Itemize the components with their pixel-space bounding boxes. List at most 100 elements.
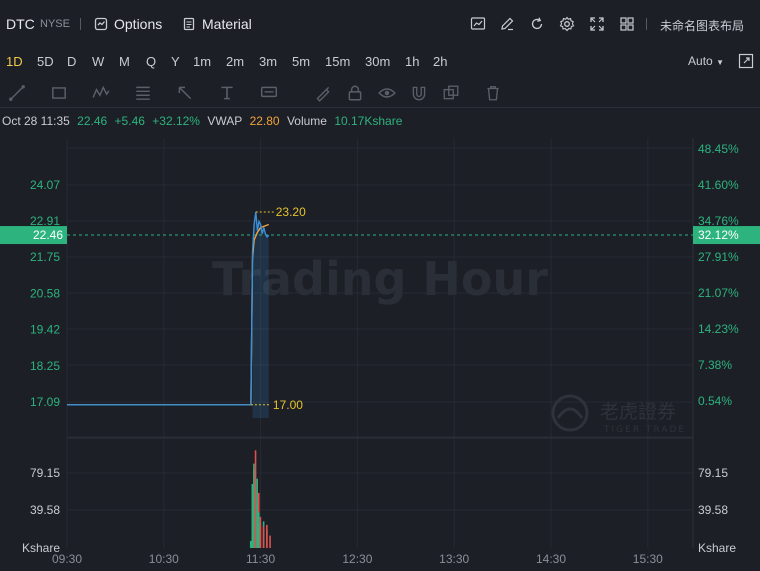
timeframe-1d[interactable]: 1D	[6, 54, 23, 69]
timeframe-2h[interactable]: 2h	[433, 54, 447, 69]
clone-icon[interactable]	[442, 84, 460, 102]
timeframe-3m[interactable]: 3m	[259, 54, 277, 69]
timeframe-2m[interactable]: 2m	[226, 54, 244, 69]
timeframe-15m[interactable]: 15m	[325, 54, 350, 69]
high-marker-label: 23.20	[276, 205, 306, 219]
volume-unit-left: Kshare	[22, 541, 60, 555]
volume-bar	[266, 524, 268, 548]
y-tick-label-left: 17.09	[30, 395, 60, 409]
timeframe-30m[interactable]: 30m	[365, 54, 390, 69]
timeframe-5m[interactable]: 5m	[292, 54, 310, 69]
timeframe-m[interactable]: M	[119, 54, 130, 69]
settings-gear-icon[interactable]	[557, 14, 577, 34]
trash-icon[interactable]	[484, 84, 502, 102]
layout-name[interactable]: 未命名图表布局	[660, 17, 744, 34]
y-tick-label-left: 19.42	[30, 323, 60, 337]
volume-bar	[257, 512, 260, 548]
timeframe-q[interactable]: Q	[146, 54, 156, 69]
fib-tool-icon[interactable]	[134, 84, 152, 102]
tiger-logo-icon	[551, 394, 589, 432]
series-layer	[67, 211, 270, 418]
annotation-tool-icon[interactable]	[260, 84, 278, 102]
options-button[interactable]: Options	[94, 15, 162, 33]
volume-tick-label-left: 39.58	[30, 503, 60, 517]
line-tool-icon[interactable]	[8, 84, 26, 102]
volume-bar	[253, 463, 255, 548]
lock-icon[interactable]	[346, 84, 364, 102]
volume-bar	[251, 484, 254, 548]
ticker-symbol[interactable]: DTC	[6, 16, 35, 32]
quote-info-bar: Oct 28 11:35 22.46 +5.46 +32.12% VWAP 22…	[2, 114, 406, 128]
options-label: Options	[114, 16, 163, 32]
tiger-logo-icon-mark	[556, 407, 584, 419]
rectangle-tool-icon[interactable]	[50, 84, 68, 102]
brand-name-en: TIGER TRADE	[603, 425, 686, 435]
refresh-icon[interactable]	[527, 14, 547, 34]
vwap-value: 22.80	[249, 114, 280, 128]
magnet-icon[interactable]	[410, 84, 428, 102]
material-button[interactable]: Material	[182, 15, 252, 33]
price-line	[67, 211, 270, 406]
y-tick-label-right: 14.23%	[698, 322, 739, 336]
low-marker-label: 17.00	[273, 398, 303, 412]
x-tick-label: 14:30	[536, 552, 566, 566]
text-tool-icon[interactable]	[218, 84, 236, 102]
timeframe-1h[interactable]: 1h	[405, 54, 419, 69]
brand-name-cn: 老虎證券	[600, 401, 676, 423]
grid-layout-icon[interactable]	[617, 14, 637, 34]
y-tick-label-right: 34.76%	[698, 214, 739, 228]
volume-unit-right: Kshare	[698, 541, 736, 555]
volume-tick-label-right: 79.15	[698, 466, 728, 480]
exchange-label: NYSE	[40, 18, 70, 30]
scale-mode-dropdown[interactable]: Auto ▼	[688, 54, 724, 68]
pattern-tool-icon[interactable]	[92, 84, 110, 102]
timeframe-w[interactable]: W	[92, 54, 104, 69]
arrow-tool-icon[interactable]	[176, 84, 194, 102]
x-tick-label: 12:30	[342, 552, 372, 566]
fullscreen-icon[interactable]	[587, 14, 607, 34]
x-tick-label: 15:30	[633, 552, 663, 566]
volume-tick-label-right: 39.58	[698, 503, 728, 517]
eye-icon[interactable]	[378, 84, 396, 102]
volume-tick-label-left: 79.15	[30, 466, 60, 480]
indicator-icon[interactable]	[468, 14, 488, 34]
divider	[80, 18, 81, 30]
volume-value: 10.17Kshare	[334, 114, 403, 128]
y-tick-label-right: 0.54%	[698, 394, 732, 408]
y-tick-label-left: 22.91	[30, 214, 60, 228]
price-chart[interactable]: Trading Hour 老虎證券 TIGER TRADE 24.0722.91…	[0, 130, 760, 571]
timeframe-y[interactable]: Y	[171, 54, 180, 69]
y-tick-label-left: 24.07	[30, 178, 60, 192]
right-percent-axis: 48.45% 41.60% 34.76% 27.91% 21.07% 14.23% 7.38…	[693, 142, 760, 408]
timeframe-1m[interactable]: 1m	[193, 54, 211, 69]
time-axis: 09:30 10:30 11:30 12:30 13:30 14:30 15:30	[52, 552, 663, 566]
timeframe-5d[interactable]: 5D	[37, 54, 54, 69]
options-icon	[94, 17, 108, 31]
expand-icon[interactable]	[738, 53, 754, 69]
caret-down-icon: ▼	[716, 58, 724, 67]
brush-icon[interactable]	[314, 84, 332, 102]
material-label: Material	[202, 16, 252, 32]
edit-icon[interactable]	[497, 14, 517, 34]
volume-bar	[256, 503, 258, 548]
divider	[646, 18, 647, 30]
top-toolbar: DTC NYSE Options Material 未命名图表布局	[0, 0, 760, 48]
y-tick-label-left: 21.75	[30, 250, 60, 264]
y-tick-label-right: 21.07%	[698, 286, 739, 300]
y-tick-label-left: 18.25	[30, 359, 60, 373]
y-tick-label-right: 7.38%	[698, 358, 732, 372]
quote-price: 22.46	[77, 114, 108, 128]
volume-bar	[259, 523, 262, 548]
vwap-label: VWAP	[207, 114, 243, 128]
y-tick-label-right: 41.60%	[698, 178, 739, 192]
volume-bar	[254, 450, 257, 548]
timeframe-d[interactable]: D	[67, 54, 76, 69]
volume-bar	[262, 526, 265, 548]
y-tick-label-left: 20.58	[30, 287, 60, 301]
x-tick-label: 11:30	[246, 552, 275, 566]
x-tick-label: 10:30	[149, 552, 179, 566]
current-price-label: 22.46	[33, 228, 63, 242]
volume-bar	[269, 535, 271, 548]
volume-label: Volume	[286, 114, 327, 128]
chart-grid	[66, 138, 694, 548]
